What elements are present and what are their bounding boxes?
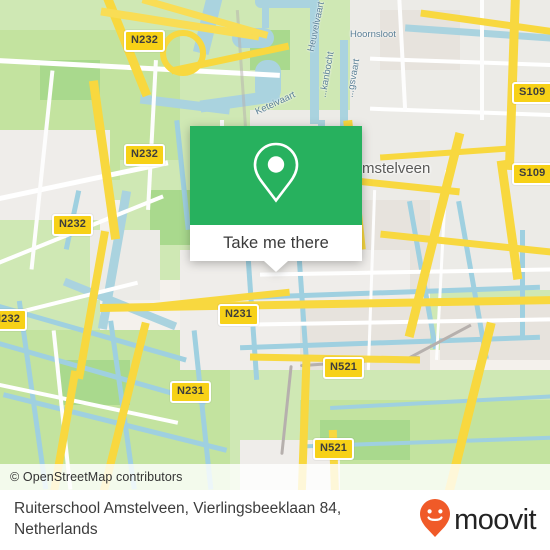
road-shield: S109 [512, 82, 550, 104]
map-canvas[interactable]: Hoornsloot Heuvelvaart Keteivaart ...kan… [0, 0, 550, 490]
road-shield: N232 [0, 309, 28, 331]
road-shield: N232 [124, 144, 166, 166]
road-shield: N231 [218, 304, 260, 326]
destination-callout-card[interactable]: Take me there [190, 126, 362, 272]
map-attribution-bar: © OpenStreetMap contributors [0, 464, 550, 490]
map-screenshot-root: Hoornsloot Heuvelvaart Keteivaart ...kan… [0, 0, 550, 550]
osm-attribution-text[interactable]: © OpenStreetMap contributors [0, 470, 183, 484]
road-shield: N232 [52, 214, 94, 236]
callout-action-area[interactable]: Take me there [190, 225, 362, 261]
moovit-logo[interactable]: moovit [419, 498, 537, 543]
callout-pin-area [190, 126, 362, 225]
road-shield: N231 [170, 381, 212, 403]
callout-pointer-tail [264, 261, 288, 272]
moovit-pin-smile-icon [419, 498, 451, 543]
take-me-there-label: Take me there [223, 233, 329, 252]
footer-bar: Ruiterschool Amstelveen, Vierlingsbeekla… [0, 490, 550, 550]
location-title: Ruiterschool Amstelveen, Vierlingsbeekla… [14, 500, 342, 538]
map-pin-icon [250, 140, 302, 211]
road-shield: N232 [124, 30, 166, 52]
road-shield: N521 [313, 438, 355, 460]
moovit-wordmark: moovit [454, 503, 536, 536]
road-shield: S109 [512, 163, 550, 185]
road-shield: N521 [323, 357, 365, 379]
